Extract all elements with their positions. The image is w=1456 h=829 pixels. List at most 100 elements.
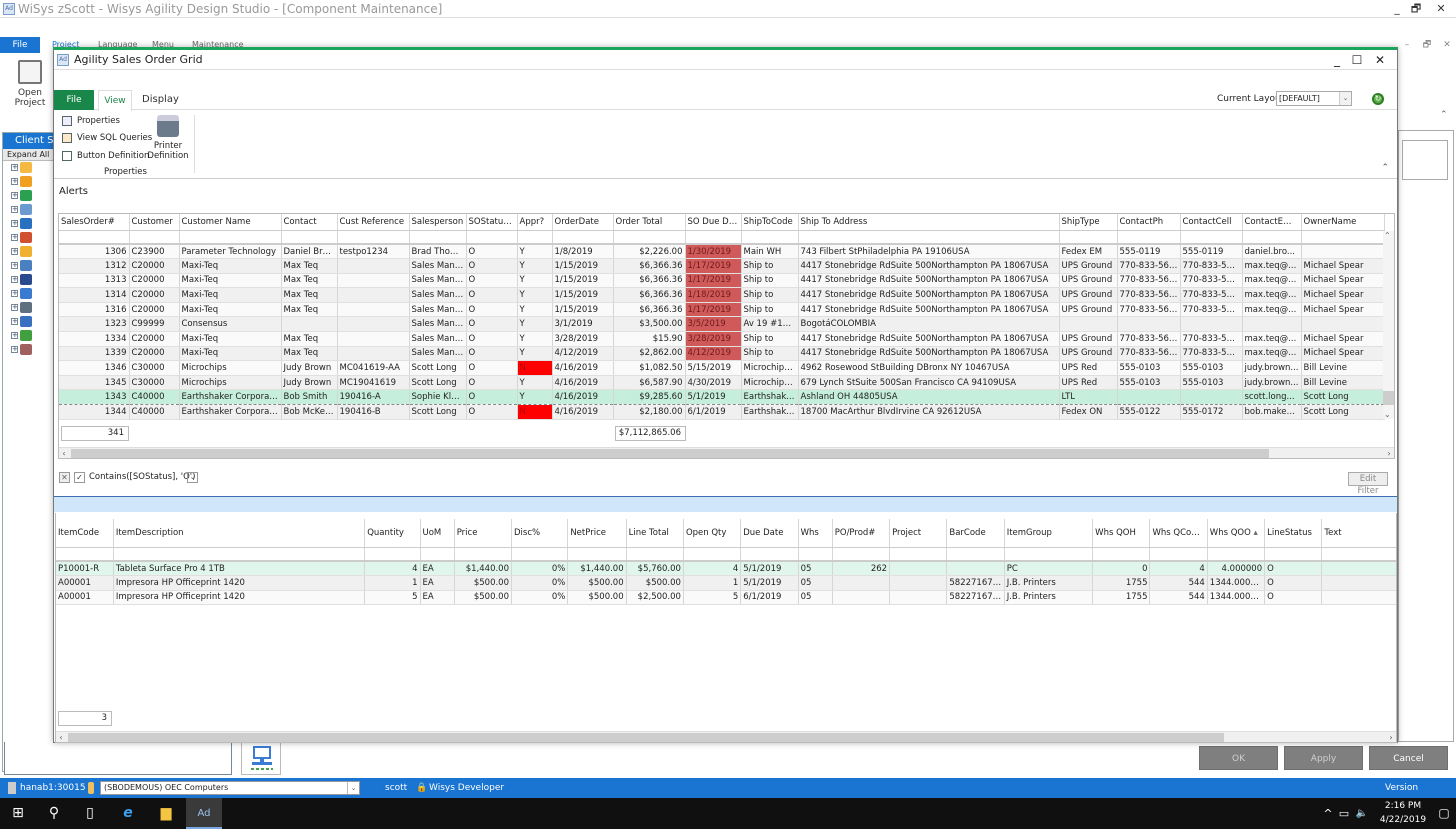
tree-item[interactable]: + bbox=[3, 287, 53, 301]
sort-ascending-icon[interactable]: ▴ bbox=[1251, 528, 1257, 538]
filter-cell-barcode[interactable] bbox=[946, 547, 1005, 562]
filter-cell-order-total[interactable] bbox=[613, 230, 686, 245]
filter-cell-contactph[interactable] bbox=[1117, 230, 1181, 245]
filter-cell-due-date[interactable] bbox=[740, 547, 799, 562]
expand-icon[interactable]: + bbox=[11, 234, 18, 241]
table-row[interactable]: 1334 C20000 Maxi-Teq Max Teq Sales Mana... O Y… bbox=[59, 331, 1385, 347]
column-header-salesperson[interactable]: Salesperson bbox=[409, 214, 467, 231]
tree-item[interactable]: + bbox=[3, 203, 53, 217]
tree-item[interactable]: + bbox=[3, 231, 53, 245]
network-button[interactable] bbox=[241, 742, 281, 775]
filter-cell-netprice[interactable] bbox=[567, 547, 627, 562]
notification-icon[interactable]: ▢ bbox=[1426, 798, 1456, 829]
filter-cell-price[interactable] bbox=[454, 547, 513, 562]
column-header-contactcell[interactable]: ContactCell bbox=[1180, 214, 1243, 231]
search-icon[interactable]: ⚲ bbox=[36, 798, 72, 829]
tree-item[interactable]: + bbox=[3, 161, 53, 175]
expand-icon[interactable]: + bbox=[11, 192, 18, 199]
expand-icon[interactable]: + bbox=[11, 290, 18, 297]
filter-cell-project[interactable] bbox=[889, 547, 948, 562]
column-header-netprice[interactable]: NetPrice bbox=[567, 519, 627, 548]
column-header-customer[interactable]: Customer bbox=[129, 214, 180, 231]
column-header-disc[interactable]: Disc% bbox=[511, 519, 569, 548]
filter-cell-open-qty[interactable] bbox=[683, 547, 742, 562]
expand-icon[interactable]: + bbox=[11, 248, 18, 255]
tree-item[interactable]: + bbox=[3, 301, 53, 315]
clock-time[interactable]: 2:16 PM bbox=[1378, 801, 1428, 811]
edit-filter-button[interactable]: Edit Filter bbox=[1348, 472, 1388, 496]
scroll-thumb[interactable] bbox=[71, 449, 1269, 458]
clear-filter-icon[interactable]: ✕ bbox=[59, 472, 70, 483]
printer-definition-button[interactable]: Printer Definition bbox=[146, 115, 190, 161]
tree-item[interactable]: + bbox=[3, 315, 53, 329]
orders-horizontal-scrollbar[interactable]: ‹ › bbox=[59, 447, 1394, 458]
scroll-left-icon[interactable]: ‹ bbox=[56, 732, 66, 742]
column-header-itemcode[interactable]: ItemCode bbox=[56, 519, 114, 548]
tree-item[interactable]: + bbox=[3, 259, 53, 273]
table-row[interactable]: 1346 C30000 Microchips Judy Brown MC041619-A… bbox=[59, 360, 1385, 376]
column-header-due-date[interactable]: Due Date bbox=[740, 519, 799, 548]
outer-tab-file[interactable]: File bbox=[0, 37, 40, 53]
filter-cell-itemdescription[interactable] bbox=[113, 547, 366, 562]
filter-cell-contactcell[interactable] bbox=[1180, 230, 1243, 245]
tree-item[interactable]: + bbox=[3, 273, 53, 287]
filter-cell-whs-qoh[interactable] bbox=[1092, 547, 1151, 562]
tree-item[interactable]: + bbox=[3, 189, 53, 203]
lines-horizontal-scrollbar[interactable]: ‹ › bbox=[56, 731, 1396, 742]
tree-item[interactable]: + bbox=[3, 329, 53, 343]
apply-button[interactable]: Apply bbox=[1284, 746, 1363, 770]
filter-cell-quantity[interactable] bbox=[364, 547, 421, 562]
expand-icon[interactable]: + bbox=[11, 346, 18, 353]
expand-icon[interactable]: + bbox=[11, 164, 18, 171]
column-header-whs-qcommit[interactable]: Whs QCommit bbox=[1149, 519, 1208, 548]
table-row[interactable]: 1343 C40000 Earthshaker Corporation Bob Smi… bbox=[59, 389, 1385, 406]
view-sql-queries-button[interactable]: View SQL Queries bbox=[62, 132, 152, 144]
table-row[interactable]: A00001 Impresora HP Officeprint 1420 1 EA $5… bbox=[56, 575, 1396, 591]
chevron-down-icon[interactable]: ⌄ bbox=[347, 782, 359, 794]
orders-vertical-scrollbar[interactable]: ⌃ ⌄ bbox=[1383, 231, 1394, 419]
table-row[interactable]: P10001-R Tableta Surface Pro 4 1TB 4 EA $1,4… bbox=[56, 561, 1396, 577]
column-header-orderdate[interactable]: OrderDate bbox=[552, 214, 614, 231]
tree-item[interactable]: + bbox=[3, 217, 53, 231]
filter-cell-itemgroup[interactable] bbox=[1004, 547, 1094, 562]
filter-cell-customer-name[interactable] bbox=[179, 230, 282, 245]
table-row[interactable]: 1313 C20000 Maxi-Teq Max Teq Sales Mana... O Y… bbox=[59, 273, 1385, 289]
filter-cell-linestatus[interactable] bbox=[1264, 547, 1323, 562]
column-header-appr[interactable]: Appr? bbox=[517, 214, 553, 231]
current-layout-select[interactable]: [DEFAULT] ⌄ bbox=[1276, 91, 1352, 106]
table-row[interactable]: 1339 C20000 Maxi-Teq Max Teq Sales Mana... O Y… bbox=[59, 346, 1385, 362]
minimize-button[interactable]: _ bbox=[1388, 0, 1406, 18]
tab-file[interactable]: File bbox=[54, 90, 94, 110]
table-row[interactable]: 1316 C20000 Maxi-Teq Max Teq Sales Mana... O Y… bbox=[59, 302, 1385, 318]
filter-cell-appr[interactable] bbox=[517, 230, 553, 245]
chevron-down-icon[interactable]: ⌄ bbox=[1339, 92, 1351, 105]
table-row[interactable]: 1344 C40000 Earthshaker Corporation Bob McK… bbox=[59, 404, 1385, 420]
cancel-button[interactable]: Cancel bbox=[1369, 746, 1448, 770]
ok-button[interactable]: OK bbox=[1199, 746, 1278, 770]
column-header-quantity[interactable]: Quantity bbox=[364, 519, 421, 548]
filter-cell-po-prod[interactable] bbox=[832, 547, 891, 562]
table-row[interactable]: A00001 Impresora HP Officeprint 1420 5 EA $5… bbox=[56, 590, 1396, 606]
clock-date[interactable]: 4/22/2019 bbox=[1376, 815, 1430, 825]
file-explorer-icon[interactable]: ▆ bbox=[148, 798, 184, 829]
filter-cell-customer[interactable] bbox=[129, 230, 180, 245]
expand-all-button[interactable]: Expand All bbox=[3, 149, 53, 161]
filter-cell-salesperson[interactable] bbox=[409, 230, 467, 245]
column-header-shiptype[interactable]: ShipType bbox=[1059, 214, 1118, 231]
table-row[interactable]: 1306 C23900 Parameter Technology Daniel Bro… bbox=[59, 244, 1385, 260]
restore-button[interactable]: 🗗 bbox=[1407, 0, 1425, 18]
scroll-right-icon[interactable]: › bbox=[1384, 448, 1394, 458]
dialog-minimize-button[interactable]: _ bbox=[1327, 50, 1347, 70]
scroll-right-icon[interactable]: › bbox=[1386, 732, 1396, 742]
filter-cell-line-total[interactable] bbox=[626, 547, 684, 562]
filter-icon[interactable]: ▾ bbox=[508, 217, 514, 227]
filter-expression[interactable]: Contains([SOStatus], 'O') bbox=[89, 472, 195, 483]
refresh-icon[interactable]: ↻ bbox=[1372, 93, 1384, 105]
column-header-shiptocode[interactable]: ShipToCode bbox=[741, 214, 799, 231]
open-project-button[interactable]: Open Project bbox=[4, 58, 56, 108]
filter-cell-cust-reference[interactable] bbox=[337, 230, 410, 245]
dialog-maximize-button[interactable]: ☐ bbox=[1347, 50, 1367, 70]
filter-cell-disc[interactable] bbox=[511, 547, 569, 562]
expand-icon[interactable]: + bbox=[11, 318, 18, 325]
tree-item[interactable]: + bbox=[3, 343, 53, 357]
